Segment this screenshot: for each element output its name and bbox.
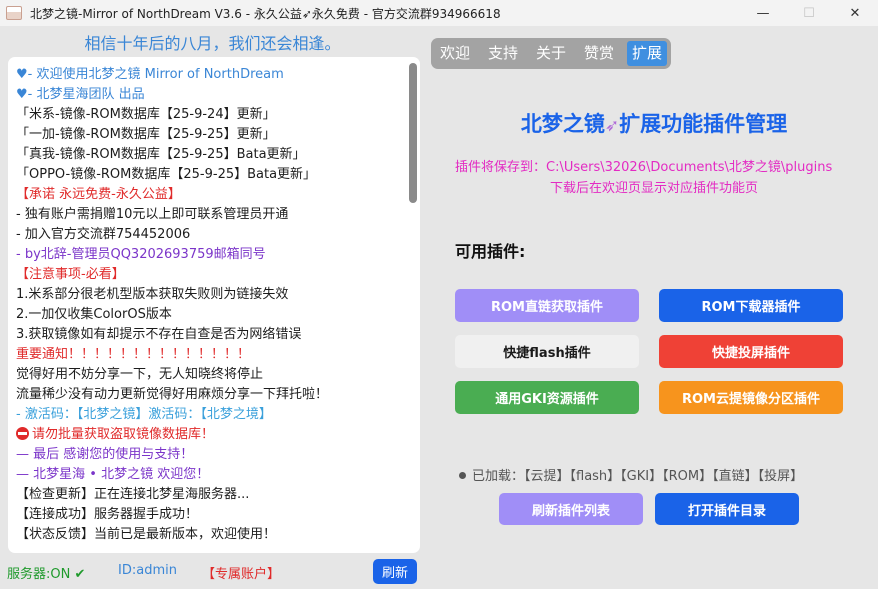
gki-resource-plugin-button[interactable]: 通用GKI资源插件 [455, 381, 639, 414]
tab-extensions[interactable]: 扩展 [627, 41, 667, 66]
rocket-icon: ➶ [604, 116, 620, 136]
log-line: — 北梦星海 • 北梦之镜 欢迎您！ [16, 467, 210, 482]
check-icon: ✔ [74, 567, 86, 582]
log-line: 觉得好用不妨分享一下，无人知晓终将停止 [16, 367, 264, 382]
loaded-plugins: 已加载：【云提】【flash】【GKI】【ROM】【直链】【投屏】 [459, 465, 803, 484]
rom-cloud-partition-plugin-button[interactable]: ROM云提镜像分区插件 [659, 381, 843, 414]
log-line: ♥- 北梦星海团队 出品 [16, 87, 145, 102]
tab-support[interactable]: 支持 [483, 41, 523, 66]
save-hint-text: 下载后在欢迎页显示对应插件功能页 [549, 181, 758, 196]
rom-direct-link-plugin-button[interactable]: ROM直链获取插件 [455, 289, 639, 322]
log-line: - 独有账户需捐赠10元以上即可联系管理员开通 [16, 207, 289, 222]
user-id: ID:admin [118, 563, 177, 578]
tab-welcome[interactable]: 欢迎 [435, 41, 475, 66]
close-button[interactable]: ✕ [832, 0, 878, 26]
log-line: 「一加-镜像-ROM数据库【25-9-25】更新」 [16, 127, 276, 142]
status-bar: 服务器:ON ✔ ID:admin 【专属账户】 [0, 560, 425, 586]
warning-text: 请勿批量获取盗取镜像数据库！ [32, 427, 215, 442]
rom-downloader-plugin-button[interactable]: ROM下载器插件 [659, 289, 843, 322]
refresh-button[interactable]: 刷新 [373, 559, 417, 584]
minimize-button[interactable]: — [740, 0, 786, 26]
extension-title-suffix: 扩展功能插件管理 [619, 112, 788, 136]
log-line: 【承诺 永远免费-永久公益】 [16, 187, 181, 202]
log-line: 【连接成功】服务器握手成功！ [16, 507, 199, 522]
motto-text: 相信十年后的八月，我们还会相逢。 [84, 34, 341, 53]
log-line-warning: 请勿批量获取盗取镜像数据库！ [16, 425, 406, 445]
tab-donate[interactable]: 赞赏 [579, 41, 619, 66]
log-line: - 加入官方交流群754452006 [16, 227, 191, 242]
log-line: 「真我-镜像-ROM数据库【25-9-25】Bata更新」 [16, 147, 306, 162]
log-line: - 激活码：【北梦之镜】激活码：【北梦之境】 [16, 407, 272, 422]
refresh-plugins-button[interactable]: 刷新插件列表 [499, 493, 643, 525]
log-line: 重要通知！！！！！！！！！！！！！！ [16, 347, 251, 362]
open-plugin-dir-button[interactable]: 打开插件目录 [655, 493, 799, 525]
app-icon [6, 6, 22, 20]
maximize-button[interactable]: ☐ [786, 0, 832, 26]
log-line: 流量稀少没有动力更新觉得好用麻烦分享一下拜托啦！ [16, 387, 329, 402]
window-title: 北梦之镜-Mirror of NorthDream V3.6 - 永久公益➶永久… [30, 6, 501, 21]
bullet-icon [459, 472, 466, 479]
log-line: — 最后 感谢您的使用与支持！ [16, 447, 194, 462]
title-bar: 北梦之镜-Mirror of NorthDream V3.6 - 永久公益➶永久… [0, 0, 878, 26]
log-line: ♥- 欢迎使用北梦之镜 Mirror of NorthDream [16, 67, 284, 82]
no-entry-icon [16, 427, 29, 440]
log-line: 2.一加仅收集ColorOS版本 [16, 307, 172, 322]
save-path-text: 插件将保存到：C:\Users\32026\Documents\北梦之镜\plu… [455, 160, 833, 175]
window-controls: — ☐ ✕ [740, 0, 878, 26]
log-list: ♥- 欢迎使用北梦之镜 Mirror of NorthDream ♥- 北梦星海… [16, 65, 406, 545]
log-line: 1.米系部分很老机型版本获取失败则为链接失效 [16, 287, 289, 302]
server-status-text: 服务器:ON [7, 567, 71, 582]
log-line: - by北辞-管理员QQ3202693759邮箱同号 [16, 247, 266, 262]
log-panel: ♥- 欢迎使用北梦之镜 Mirror of NorthDream ♥- 北梦星海… [8, 57, 420, 553]
tab-about[interactable]: 关于 [531, 41, 571, 66]
log-line: 【注意事项-必看】 [16, 267, 125, 282]
server-status: 服务器:ON ✔ [7, 563, 85, 582]
extension-title-main: 北梦之镜 [520, 112, 605, 136]
quick-screencast-plugin-button[interactable]: 快捷投屏插件 [659, 335, 843, 368]
tab-bar: 欢迎 支持 关于 赞赏 扩展 [431, 38, 671, 69]
quick-flash-plugin-button[interactable]: 快捷flash插件 [455, 335, 639, 368]
available-plugins-label: 可用插件: [455, 242, 526, 261]
account-badge: 【专属账户】 [202, 567, 281, 582]
log-line: 【检查更新】正在连接北梦星海服务器... [16, 487, 250, 502]
extension-title: 北梦之镜➶扩展功能插件管理 [430, 108, 878, 138]
log-scrollbar[interactable] [409, 63, 417, 203]
log-line: 「米系-镜像-ROM数据库【25-9-24】更新」 [16, 107, 276, 122]
loaded-plugins-text: 已加载：【云提】【flash】【GKI】【ROM】【直链】【投屏】 [472, 469, 804, 484]
log-line: 「OPPO-镜像-ROM数据库【25-9-25】Bata更新」 [16, 167, 317, 182]
log-line: 3.获取镜像如有却提示不存在自查是否为网络错误 [16, 327, 302, 342]
log-line: 【状态反馈】当前已是最新版本，欢迎使用！ [16, 527, 277, 542]
